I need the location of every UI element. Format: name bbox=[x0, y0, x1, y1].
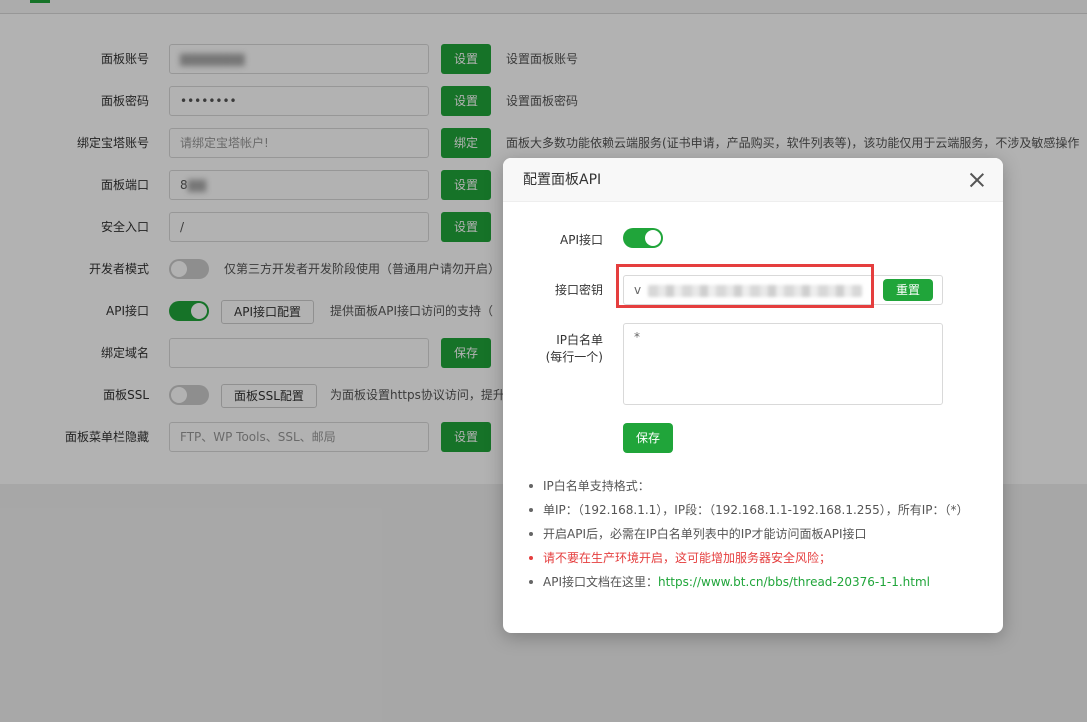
reset-key-button[interactable]: 重置 bbox=[883, 279, 933, 301]
api-key-label: 接口密钥 bbox=[554, 283, 603, 297]
warning-item: 请不要在生产环境开启，这可能增加服务器安全风险； bbox=[527, 546, 987, 570]
api-switch[interactable] bbox=[623, 228, 663, 248]
doc-prefix: API接口文档在这里： bbox=[543, 575, 658, 589]
list-item: API接口文档在这里：https://www.bt.cn/bbs/thread-… bbox=[527, 570, 987, 594]
ip-whitelist-sublabel: (每行一个) bbox=[545, 350, 603, 364]
list-item: 开启API后，必需在IP白名单列表中的IP才能访问面板API接口 bbox=[527, 522, 987, 546]
list-item: 单IP：（192.168.1.1），IP段：（192.168.1.1-192.1… bbox=[527, 498, 987, 522]
notes-list: IP白名单支持格式： 单IP：（192.168.1.1），IP段：（192.16… bbox=[527, 474, 987, 594]
highlight-annotation bbox=[616, 264, 874, 308]
ip-whitelist-textarea[interactable]: * bbox=[623, 323, 943, 405]
dialog-title: 配置面板API bbox=[523, 172, 602, 188]
api-doc-link[interactable]: https://www.bt.cn/bbs/thread-20376-1-1.h… bbox=[658, 575, 930, 589]
save-button[interactable]: 保存 bbox=[623, 423, 673, 453]
api-config-dialog: 配置面板API API接口 接口密钥 v 重置 IP白名单 (每行一个) * 保… bbox=[503, 158, 1003, 633]
ip-whitelist-label: IP白名单 bbox=[556, 333, 603, 347]
dialog-header: 配置面板API bbox=[503, 158, 1003, 202]
api-switch-label: API接口 bbox=[560, 233, 603, 247]
list-item: IP白名单支持格式： bbox=[527, 474, 987, 498]
close-icon[interactable] bbox=[967, 170, 987, 190]
toggle-knob bbox=[645, 230, 661, 246]
